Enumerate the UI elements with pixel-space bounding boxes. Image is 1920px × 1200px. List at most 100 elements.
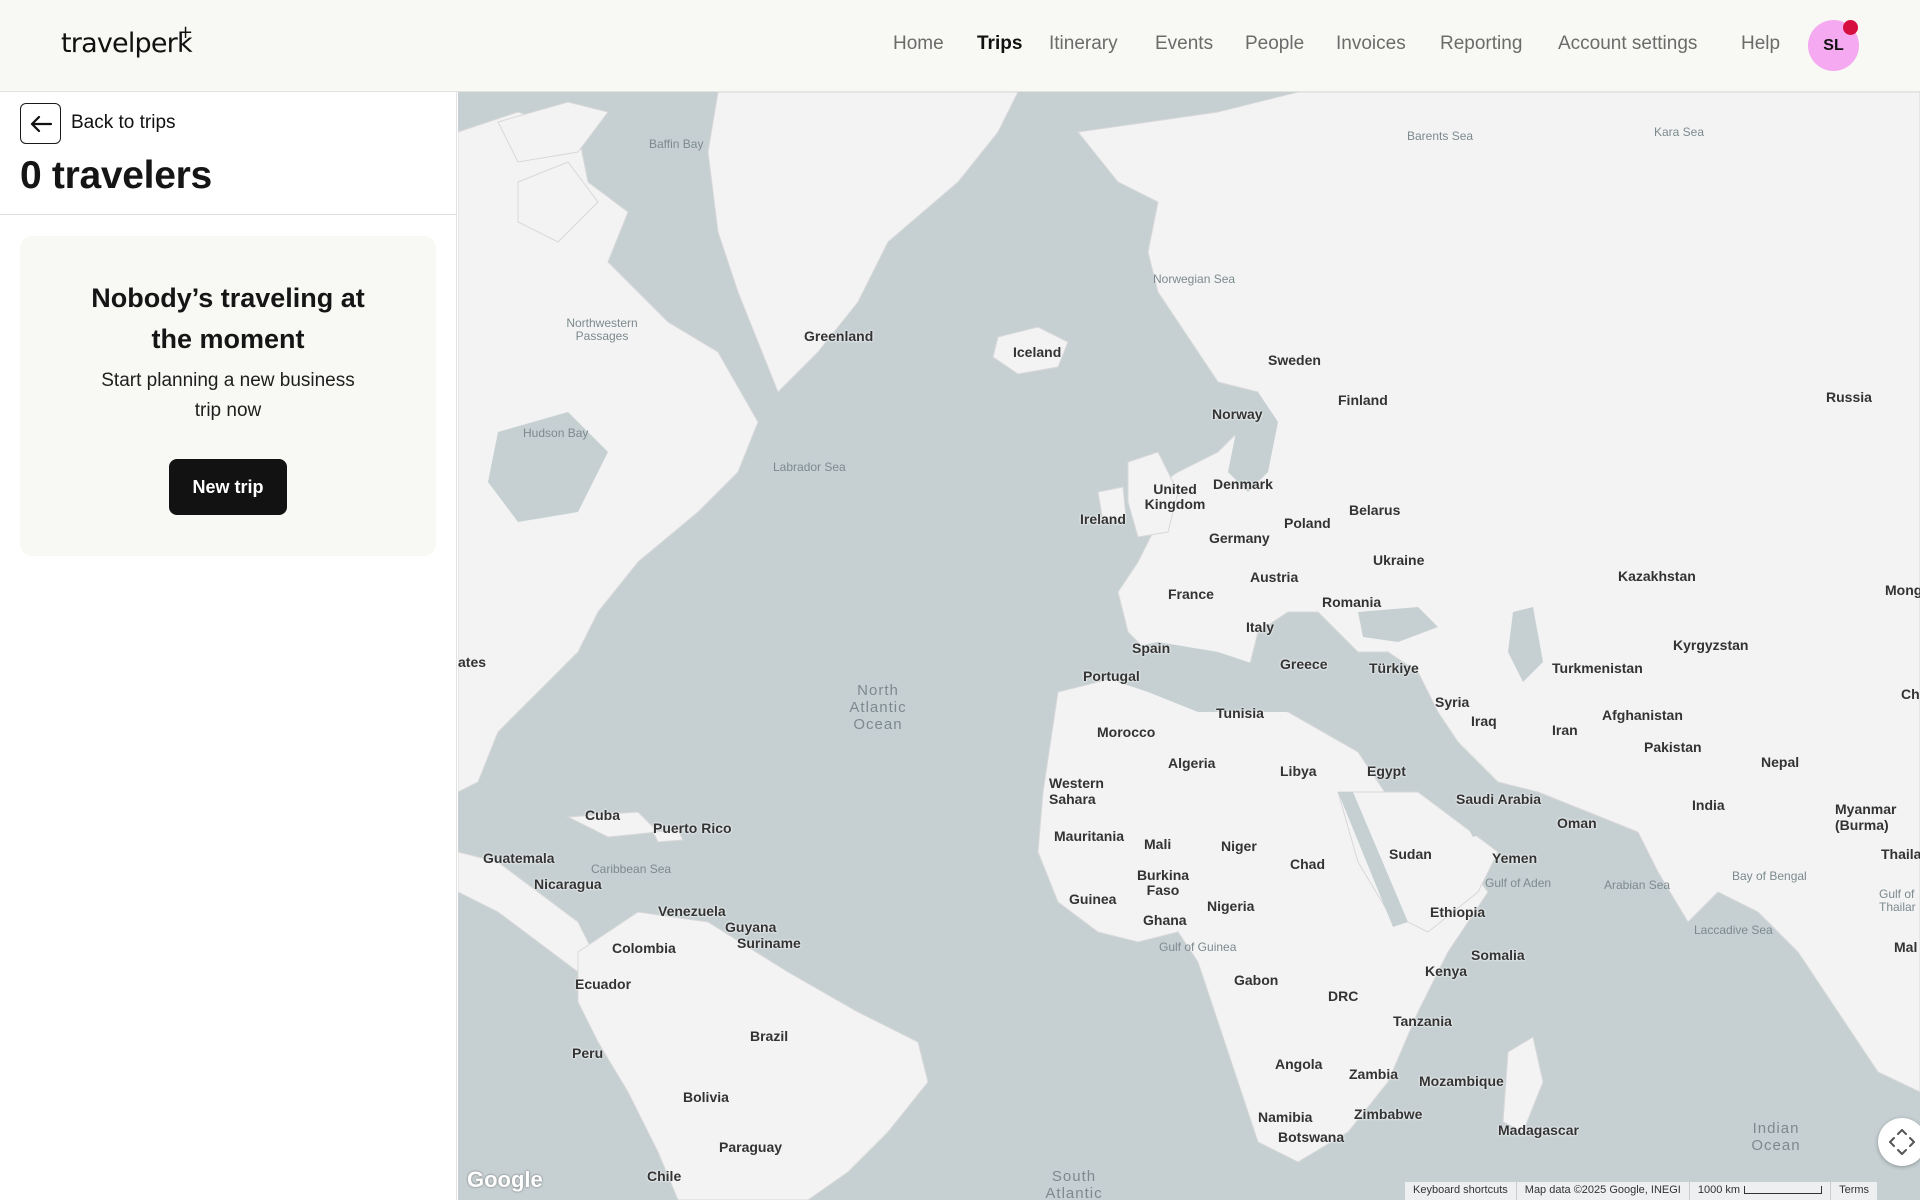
keyboard-shortcuts-link[interactable]: Keyboard shortcuts [1405, 1182, 1517, 1200]
nav-help[interactable]: Help [1741, 33, 1780, 55]
nav-home[interactable]: Home [893, 33, 944, 55]
map-label-ocean: Indian Ocean [1751, 1120, 1801, 1154]
map-label-sea: Norwegian Sea [1153, 272, 1236, 286]
nav-invoices[interactable]: Invoices [1336, 33, 1406, 55]
map-label-country: Ch [1901, 686, 1920, 702]
nav-itinerary[interactable]: Itinerary [1049, 33, 1118, 55]
map-label-country: Nigeria [1207, 898, 1255, 914]
map-label-country: Sweden [1268, 352, 1321, 368]
map-label-country: Mozambique [1419, 1073, 1504, 1089]
nav-account-settings[interactable]: Account settings [1558, 33, 1697, 55]
map-label-country: Zambia [1349, 1066, 1399, 1082]
empty-state-subtext: Start planning a new business trip now [101, 370, 355, 421]
map-label-country: Turkmenistan [1552, 660, 1643, 676]
map-label-country: Greece [1280, 656, 1328, 672]
nav-reporting[interactable]: Reporting [1440, 33, 1522, 55]
map-label-country: Kenya [1425, 963, 1468, 979]
map-label-country: Morocco [1097, 724, 1156, 740]
map-label-sea: Gulf of Guinea [1159, 940, 1237, 954]
map-label-country: Poland [1284, 515, 1331, 531]
map-label-sea: Kara Sea [1654, 125, 1705, 139]
map-attribution-bar: Keyboard shortcuts Map data ©2025 Google… [1405, 1182, 1878, 1200]
back-button[interactable] [20, 103, 61, 144]
map-label-country: Iceland [1013, 344, 1062, 360]
avatar-initials: SL [1823, 36, 1844, 54]
map-label-sea: Laccadive Sea [1694, 923, 1773, 937]
map-label-sea: Caribbean Sea [591, 862, 672, 876]
map-label-country: Egypt [1367, 763, 1406, 779]
map-data-attribution: Map data ©2025 Google, INEGI [1517, 1182, 1690, 1200]
map-label-country: Ghana [1143, 912, 1187, 928]
map-label-country: Mong [1885, 582, 1920, 598]
nav-events[interactable]: Events [1155, 33, 1213, 55]
map-label-country: Russia [1826, 389, 1872, 405]
map-label-country: Somalia [1471, 947, 1525, 963]
map-label-country: Spain [1132, 640, 1171, 656]
map-label-country: Chad [1290, 856, 1325, 872]
map-label-country: Gabon [1234, 972, 1279, 988]
fullscreen-button[interactable] [1878, 1118, 1920, 1166]
map-label-country: Guatemala [483, 850, 555, 866]
map-label-country: Burkina Faso [1136, 867, 1190, 898]
map-label-country: Kyrgyzstan [1673, 637, 1749, 653]
sidebar-divider [0, 214, 457, 215]
map-label-country: Belarus [1349, 502, 1401, 518]
back-to-trips-link[interactable]: Back to trips [71, 112, 176, 134]
map-label-country: Ireland [1080, 511, 1126, 527]
google-logo[interactable]: Google [467, 1167, 543, 1193]
map-label-country: Italy [1246, 619, 1275, 635]
map-label-country: Namibia [1258, 1109, 1313, 1125]
terms-link[interactable]: Terms [1831, 1182, 1877, 1200]
map-label-country: Norway [1212, 406, 1263, 422]
scale-bar [1744, 1186, 1823, 1194]
map-scale-label: 1000 km [1697, 1184, 1741, 1196]
map-label-country: Greenland [804, 328, 874, 344]
map-label-country: Sudan [1389, 846, 1432, 862]
map-label-country: Mali [1144, 836, 1172, 852]
map-label-country: Suriname [737, 935, 801, 951]
map-label-country: Thailar [1881, 846, 1920, 862]
nav-people[interactable]: People [1245, 33, 1304, 55]
map-label-country: Ethiopia [1430, 904, 1486, 920]
map-label-country: Pakistan [1644, 739, 1702, 755]
arrow-left-icon [30, 115, 52, 132]
map-label-country: France [1168, 586, 1214, 602]
map-label-country: Ukraine [1373, 552, 1425, 568]
map-label-country: Brazil [750, 1028, 789, 1044]
map-label-country: Denmark [1213, 476, 1273, 492]
map-label-country: Western Sahara [1049, 775, 1104, 807]
map-label-country: DRC [1328, 988, 1359, 1004]
map-label-country: Austria [1250, 569, 1299, 585]
map-label-country: Botswana [1278, 1129, 1345, 1145]
nav-trips[interactable]: Trips [977, 33, 1022, 55]
map-label-country: Myanmar (Burma) [1835, 801, 1897, 833]
map-label-country: Bolivia [683, 1089, 729, 1105]
map-label-country: Finland [1338, 392, 1388, 408]
map-label-country: Chile [647, 1168, 682, 1184]
top-navigation-bar: travelperk + Home Trips Itinerary Events… [0, 0, 1920, 92]
map-label-sea: Labrador Sea [773, 460, 846, 474]
map-label-country: ates [458, 654, 487, 670]
world-map[interactable]: Baffin Bay Barents Sea Kara Sea Norwegia… [458, 92, 1920, 1200]
map-label-country: Niger [1221, 838, 1257, 854]
map-label-sea: Arabian Sea [1604, 878, 1671, 892]
map-label-country: Guyana [725, 919, 777, 935]
logo-plus-mark: + [178, 22, 194, 43]
map-label-sea: Gulf of Aden [1485, 876, 1552, 890]
map-label-country: Peru [572, 1045, 604, 1061]
map-label-country: Iraq [1471, 713, 1497, 729]
map-label-sea: Northwestern Passages [566, 316, 638, 343]
new-trip-button[interactable]: New trip [169, 459, 287, 515]
map-label-country: Colombia [612, 940, 676, 956]
notification-badge [1843, 20, 1858, 35]
map-scale[interactable]: 1000 km [1690, 1182, 1832, 1200]
map-label-country: Nepal [1761, 754, 1800, 770]
map-label-country: Portugal [1083, 668, 1140, 684]
map-label-country: Mauritania [1054, 828, 1125, 844]
map-label-country: Iran [1552, 722, 1578, 738]
map-label-ocean: South Atlantic [1045, 1168, 1103, 1200]
map-label-sea: Gulf of Thailar [1879, 888, 1916, 914]
map-label-ocean: North Atlantic Ocean [849, 682, 907, 733]
map-label-country: Zimbabwe [1354, 1106, 1423, 1122]
travelperk-logo[interactable]: travelperk [61, 28, 193, 59]
